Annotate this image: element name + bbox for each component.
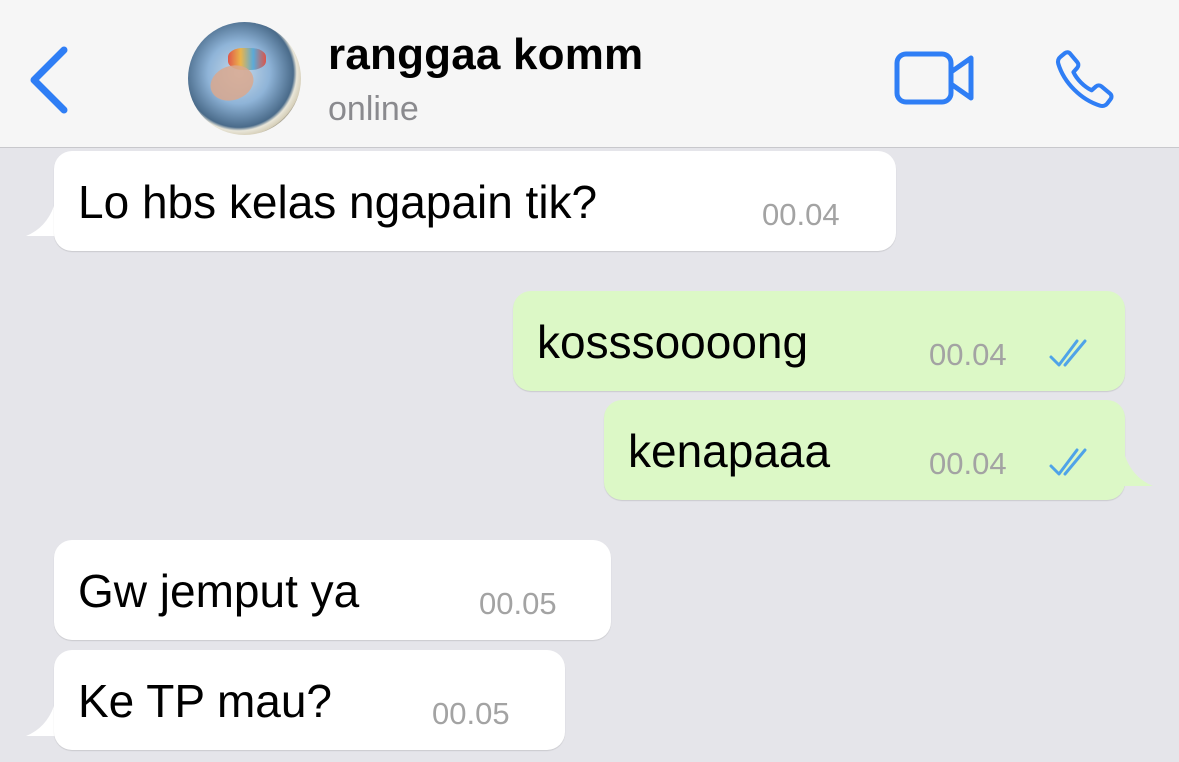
contact-name[interactable]: ranggaa komm (328, 30, 643, 80)
message-time: 00.04 (929, 446, 1007, 481)
voice-call-button[interactable] (1052, 46, 1118, 112)
back-button[interactable] (22, 40, 82, 120)
message-text: Gw jemput ya (78, 565, 360, 617)
video-camera-icon (894, 51, 974, 105)
read-receipt-icon (1049, 339, 1087, 367)
message-time: 00.04 (929, 337, 1007, 372)
message-text: kenapaaa (628, 425, 831, 477)
message-text: Ke TP mau? (78, 675, 333, 727)
message-time: 00.05 (479, 586, 557, 621)
phone-icon (1055, 50, 1114, 109)
message-time: 00.04 (762, 197, 840, 232)
message-bubble-incoming[interactable]: Ke TP mau? 00.05 (54, 650, 565, 750)
chat-header: ranggaa komm online (0, 0, 1179, 148)
message-bubble-incoming[interactable]: Gw jemput ya 00.05 (54, 540, 611, 640)
message-bubble-outgoing[interactable]: kosssoooong 00.04 (513, 291, 1125, 391)
chevron-left-icon (30, 46, 68, 114)
video-call-button[interactable] (893, 48, 977, 108)
message-text: kosssoooong (537, 316, 809, 368)
read-receipt-icon (1049, 448, 1087, 476)
message-time: 00.05 (432, 696, 510, 731)
contact-avatar[interactable] (188, 22, 301, 135)
message-bubble-outgoing[interactable]: kenapaaa 00.04 (604, 400, 1125, 500)
message-text: Lo hbs kelas ngapain tik? (78, 176, 598, 228)
bubble-tail (1115, 456, 1153, 486)
contact-status: online (328, 90, 419, 128)
message-bubble-incoming[interactable]: Lo hbs kelas ngapain tik? 00.04 (54, 151, 896, 251)
